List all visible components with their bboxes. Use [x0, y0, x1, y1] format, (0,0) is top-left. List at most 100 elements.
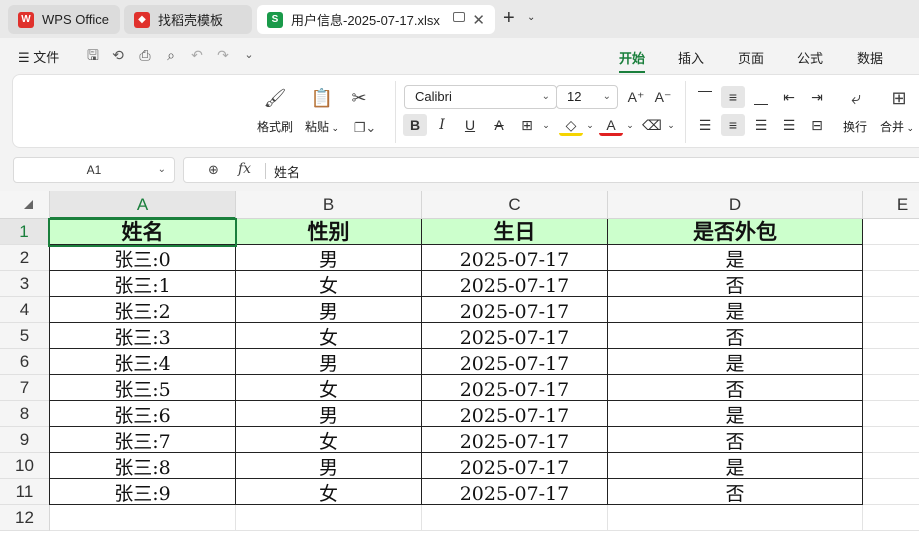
paste-button[interactable]: 粘贴 ⌄ — [305, 118, 339, 135]
font-size-select[interactable]: 12 ⌄ — [556, 85, 618, 109]
empty-cell[interactable] — [863, 323, 919, 349]
header-cell[interactable]: 生日 — [422, 219, 608, 245]
redo-icon[interactable]: ↷ — [215, 47, 231, 63]
table-cell[interactable]: 女 — [236, 323, 422, 349]
row-header-11[interactable]: 11 — [0, 479, 50, 505]
table-cell[interactable]: 2025-07-17 — [422, 349, 608, 375]
table-cell[interactable]: 2025-07-17 — [422, 323, 608, 349]
increase-indent-icon[interactable]: ⇥ — [805, 86, 829, 108]
table-cell[interactable]: 2025-07-17 — [422, 427, 608, 453]
chevron-down-icon[interactable]: ⌄ — [618, 114, 642, 136]
column-header-b[interactable]: B — [236, 191, 422, 219]
table-cell[interactable]: 否 — [608, 271, 863, 297]
increase-font-icon[interactable]: A⁺ — [624, 86, 648, 108]
table-cell[interactable]: 男 — [236, 245, 422, 271]
table-cell[interactable]: 女 — [236, 427, 422, 453]
table-cell[interactable]: 是 — [608, 245, 863, 271]
empty-cell[interactable] — [608, 505, 863, 531]
decrease-font-icon[interactable]: A⁻ — [651, 86, 675, 108]
column-header-e[interactable]: E — [863, 191, 919, 219]
empty-cell[interactable] — [863, 505, 919, 531]
justify-icon[interactable]: ☰ — [777, 114, 801, 136]
table-cell[interactable]: 张三:6 — [50, 401, 236, 427]
table-cell[interactable]: 男 — [236, 401, 422, 427]
empty-cell[interactable] — [863, 375, 919, 401]
align-center-icon[interactable]: ≡ — [721, 114, 745, 136]
print-icon[interactable]: ⎙ — [137, 47, 153, 63]
bold-icon[interactable]: B — [403, 114, 427, 136]
empty-cell[interactable] — [863, 453, 919, 479]
row-header-10[interactable]: 10 — [0, 453, 50, 479]
row-header-7[interactable]: 7 — [0, 375, 50, 401]
empty-cell[interactable] — [863, 245, 919, 271]
table-cell[interactable]: 女 — [236, 479, 422, 505]
strikethrough-icon[interactable]: A — [487, 114, 511, 136]
table-cell[interactable]: 张三:7 — [50, 427, 236, 453]
table-cell[interactable]: 女 — [236, 271, 422, 297]
table-cell[interactable]: 张三:8 — [50, 453, 236, 479]
table-cell[interactable]: 否 — [608, 323, 863, 349]
empty-cell[interactable] — [863, 219, 919, 245]
close-icon[interactable]: ✕ — [472, 11, 485, 29]
ribbon-tab-home[interactable]: 开始 — [619, 48, 646, 73]
table-cell[interactable]: 2025-07-17 — [422, 401, 608, 427]
save-icon[interactable]: 🖫 — [85, 47, 101, 63]
align-middle-icon[interactable]: ≡ — [721, 86, 745, 108]
column-header-d[interactable]: D — [608, 191, 863, 219]
table-cell[interactable]: 否 — [608, 427, 863, 453]
row-header-2[interactable]: 2 — [0, 245, 50, 271]
share-icon[interactable]: ⟲ — [110, 47, 126, 63]
ribbon-tab-formula[interactable]: 公式 — [797, 48, 823, 67]
column-header-c[interactable]: C — [422, 191, 608, 219]
file-menu[interactable]: ☰ 文件 — [18, 47, 59, 66]
ribbon-tab-page[interactable]: 页面 — [738, 48, 764, 67]
print-preview-icon[interactable]: ⌕ — [163, 47, 179, 63]
tab-docer-templates[interactable]: ◆ 找稻壳模板 — [124, 5, 252, 34]
row-header-3[interactable]: 3 — [0, 271, 50, 297]
wrap-text-button[interactable]: 换行 — [843, 118, 867, 135]
align-right-icon[interactable]: ☰ — [749, 114, 773, 136]
undo-icon[interactable]: ↶ — [189, 47, 205, 63]
chevron-down-icon[interactable]: ⌄ — [527, 12, 535, 23]
ribbon-tab-insert[interactable]: 插入 — [678, 48, 704, 67]
new-tab-icon[interactable]: + — [503, 7, 515, 30]
row-header-5[interactable]: 5 — [0, 323, 50, 349]
empty-cell[interactable] — [422, 505, 608, 531]
empty-cell[interactable] — [863, 401, 919, 427]
table-cell[interactable]: 2025-07-17 — [422, 271, 608, 297]
window-icon[interactable] — [453, 12, 465, 22]
table-cell[interactable]: 2025-07-17 — [422, 245, 608, 271]
empty-cell[interactable] — [863, 349, 919, 375]
row-header-6[interactable]: 6 — [0, 349, 50, 375]
table-cell[interactable]: 男 — [236, 297, 422, 323]
ribbon-tab-data[interactable]: 数据 — [857, 48, 883, 67]
tab-wps-office[interactable]: W WPS Office — [8, 5, 120, 34]
table-cell[interactable]: 是 — [608, 453, 863, 479]
empty-cell[interactable] — [863, 297, 919, 323]
table-cell[interactable]: 是 — [608, 297, 863, 323]
table-cell[interactable]: 男 — [236, 349, 422, 375]
table-cell[interactable]: 是 — [608, 349, 863, 375]
decrease-indent-icon[interactable]: ⇤ — [777, 86, 801, 108]
table-cell[interactable]: 张三:0 — [50, 245, 236, 271]
table-cell[interactable]: 是 — [608, 401, 863, 427]
align-left-icon[interactable]: ☰ — [693, 114, 717, 136]
chevron-down-icon[interactable]: ⌄ — [534, 114, 558, 136]
table-cell[interactable]: 张三:5 — [50, 375, 236, 401]
name-box[interactable]: A1 ⌄ — [13, 157, 175, 183]
row-header-8[interactable]: 8 — [0, 401, 50, 427]
tab-spreadsheet[interactable]: S 用户信息-2025-07-17.xlsx ✕ — [257, 5, 495, 34]
cut-icon[interactable]: ✂ — [347, 87, 371, 109]
formula-input[interactable]: ⊕ fx 姓名 — [183, 157, 919, 183]
empty-cell[interactable] — [50, 505, 236, 531]
table-cell[interactable]: 张三:9 — [50, 479, 236, 505]
row-header-1[interactable]: 1 — [0, 219, 50, 245]
merge-button[interactable]: 合并 ⌄ — [880, 118, 914, 135]
table-cell[interactable]: 2025-07-17 — [422, 479, 608, 505]
empty-cell[interactable] — [863, 427, 919, 453]
empty-cell[interactable] — [236, 505, 422, 531]
table-cell[interactable]: 女 — [236, 375, 422, 401]
table-cell[interactable]: 张三:1 — [50, 271, 236, 297]
zoom-icon[interactable]: ⊕ — [208, 162, 219, 178]
chevron-down-icon[interactable]: ⌄ — [241, 47, 257, 63]
